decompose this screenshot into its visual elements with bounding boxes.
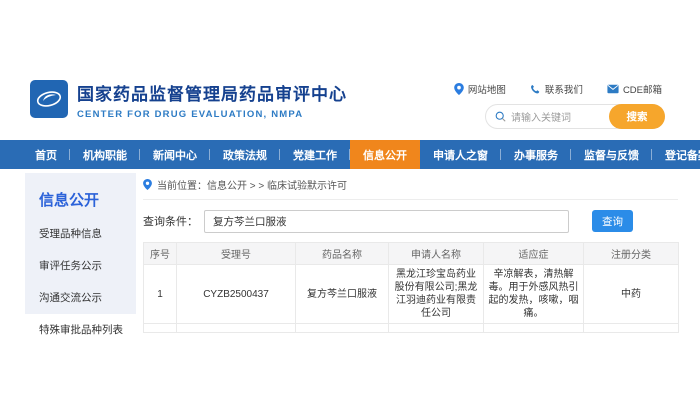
cell-acceptance-no: CYZB2500437 [177, 265, 296, 324]
sidebar-item-accepted-varieties[interactable]: 受理品种信息 [39, 226, 128, 241]
sitemap-link[interactable]: 网站地图 [454, 82, 506, 96]
table-row: 1 CYZB2500437 复方芩兰口服液 黑龙江珍宝岛药业股份有限公司;黑龙江… [144, 265, 679, 324]
site-subtitle: CENTER FOR DRUG EVALUATION, NMPA [77, 109, 347, 120]
sidebar-title: 信息公开 [39, 189, 128, 210]
table-header-row: 序号 受理号 药品名称 申请人名称 适应症 注册分类 [144, 243, 679, 265]
cell-indication: 辛凉解表，清热解毒。用于外感风热引起的发热，咳嗽，咽痛。 [484, 265, 584, 324]
query-input[interactable] [204, 210, 569, 233]
cell-registration-class: 中药 [584, 265, 679, 324]
col-header-acceptance-no: 受理号 [177, 243, 296, 265]
col-header-registration-class: 注册分类 [584, 243, 679, 265]
col-header-index: 序号 [144, 243, 177, 265]
phone-icon [530, 84, 541, 95]
query-bar: 查询条件： 查询 [143, 209, 678, 233]
cell-drug-name: 复方芩兰口服液 [296, 265, 389, 324]
location-pin-icon [454, 83, 464, 95]
sidebar: 信息公开 受理品种信息 审评任务公示 沟通交流公示 特殊审批品种列表 [25, 173, 136, 314]
sidebar-item-review-tasks[interactable]: 审评任务公示 [39, 258, 128, 273]
col-header-drug-name: 药品名称 [296, 243, 389, 265]
site-title: 国家药品监督管理局药品审评中心 [77, 80, 347, 105]
main-content: 当前位置：信息公开 > > 临床试验默示许可 查询条件： 查询 序号 受理号 药… [143, 176, 678, 333]
search-icon [495, 111, 506, 122]
col-header-applicant: 申请人名称 [389, 243, 484, 265]
contact-label: 联系我们 [545, 82, 583, 96]
eye-swoosh-icon [34, 84, 64, 114]
search-input[interactable]: 请输入关键词 [511, 109, 609, 124]
site-search: 请输入关键词 搜索 [485, 104, 665, 129]
table-row-partial [144, 324, 679, 333]
mailbox-link[interactable]: CDE邮箱 [607, 82, 662, 96]
cde-nmpa-page: 国家药品监督管理局药品审评中心 CENTER FOR DRUG EVALUATI… [0, 0, 700, 400]
envelope-icon [607, 84, 619, 94]
brand-block: 国家药品监督管理局药品审评中心 CENTER FOR DRUG EVALUATI… [77, 80, 347, 120]
header-quicklinks: 网站地图 联系我们 CDE邮箱 [454, 82, 662, 96]
site-header: 国家药品监督管理局药品审评中心 CENTER FOR DRUG EVALUATI… [0, 78, 700, 140]
nav-item-services[interactable]: 办事服务 [501, 140, 571, 169]
location-pin-icon [143, 179, 152, 190]
breadcrumb-text: 当前位置：信息公开 > > 临床试验默示许可 [157, 177, 347, 192]
divider [143, 199, 678, 200]
main-nav: 首页 机构职能 新闻中心 政策法规 党建工作 信息公开 申请人之窗 办事服务 监… [0, 140, 700, 169]
nav-item-news[interactable]: 新闻中心 [140, 140, 210, 169]
query-button[interactable]: 查询 [592, 210, 633, 232]
sidebar-item-special-approval[interactable]: 特殊审批品种列表 [39, 322, 128, 337]
nav-item-functions[interactable]: 机构职能 [70, 140, 140, 169]
nav-item-info-disclosure[interactable]: 信息公开 [350, 140, 420, 169]
results-table: 序号 受理号 药品名称 申请人名称 适应症 注册分类 1 CYZB2500437… [143, 242, 679, 333]
nav-item-applicant-window[interactable]: 申请人之窗 [420, 140, 501, 169]
nav-item-party[interactable]: 党建工作 [280, 140, 350, 169]
cell-applicant: 黑龙江珍宝岛药业股份有限公司;黑龙江羽迪药业有限责任公司 [389, 265, 484, 324]
query-label: 查询条件： [143, 213, 198, 229]
cell-index: 1 [144, 265, 177, 324]
breadcrumb: 当前位置：信息公开 > > 临床试验默示许可 [143, 176, 678, 192]
nav-item-registration-platform[interactable]: 登记备案平台 [652, 140, 700, 169]
nav-item-home[interactable]: 首页 [22, 140, 70, 169]
search-button[interactable]: 搜索 [609, 104, 665, 129]
sidebar-item-communication[interactable]: 沟通交流公示 [39, 290, 128, 305]
nav-item-policies[interactable]: 政策法规 [210, 140, 280, 169]
mailbox-label: CDE邮箱 [623, 82, 662, 96]
cde-logo [30, 80, 68, 118]
sitemap-label: 网站地图 [468, 82, 506, 96]
contact-link[interactable]: 联系我们 [530, 82, 583, 96]
col-header-indication: 适应症 [484, 243, 584, 265]
nav-item-supervision[interactable]: 监督与反馈 [571, 140, 652, 169]
